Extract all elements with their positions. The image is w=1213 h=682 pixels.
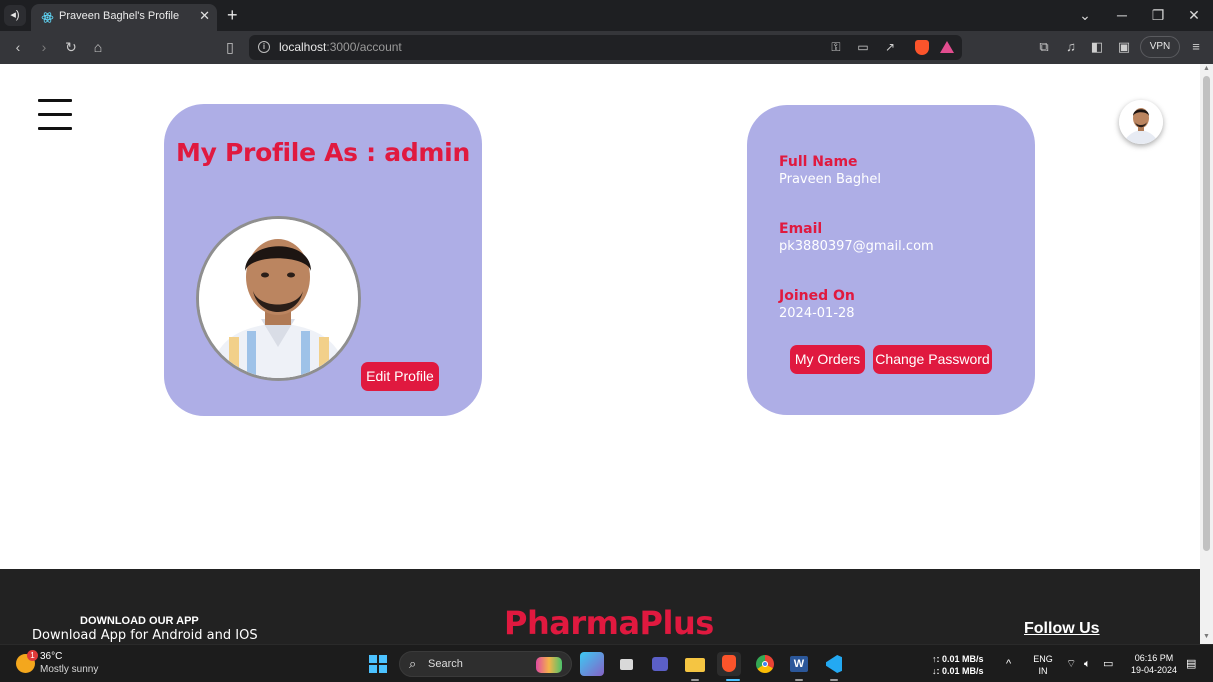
speaker-icon[interactable]: ◂) — [4, 5, 26, 26]
full-name-label: Full Name — [779, 154, 858, 170]
volume-icon[interactable]: 🔈︎ — [1084, 657, 1091, 671]
react-favicon-icon — [41, 12, 54, 23]
joined-on-value: 2024-01-28 — [779, 306, 855, 321]
upload-speed: ↑: 0.01 MB/s — [932, 654, 984, 664]
brave-running-indicator — [726, 679, 740, 681]
site-footer: DOWNLOAD OUR APP Download App for Androi… — [0, 569, 1200, 644]
search-icon: ⌕ — [409, 656, 417, 671]
profile-card: My Profile As : admin Edit Profile — [164, 104, 482, 416]
home-icon[interactable]: ⌂ — [88, 37, 108, 57]
profile-heading: My Profile As : admin — [176, 138, 470, 167]
cast-icon[interactable]: ▭ — [854, 39, 872, 56]
vpn-button[interactable]: VPN — [1140, 36, 1180, 58]
forward-icon[interactable]: › — [34, 37, 54, 57]
file-explorer-icon[interactable] — [683, 652, 707, 676]
battery-icon[interactable]: ▭ — [1103, 657, 1113, 671]
url-text[interactable]: localhost:3000/account — [279, 40, 402, 54]
search-highlight-icon — [536, 657, 562, 673]
close-icon[interactable]: ✕ — [199, 8, 210, 24]
clock-time: 06:16 PM — [1134, 653, 1174, 663]
site-info-icon[interactable]: i — [258, 41, 270, 53]
tray-overflow-chevron-icon[interactable]: ^ — [1006, 657, 1011, 671]
key-icon[interactable]: ⚿ — [827, 39, 845, 56]
share-icon[interactable]: ↗ — [881, 39, 899, 56]
joined-on-label: Joined On — [779, 288, 855, 304]
sidebar-icon[interactable]: ◧ — [1088, 38, 1106, 56]
tab-title: Praveen Baghel's Profile — [59, 10, 180, 22]
weather-description[interactable]: Mostly sunny — [40, 664, 98, 675]
teams-icon[interactable] — [648, 652, 672, 676]
page-viewport: My Profile As : admin Edit Profile Full … — [0, 64, 1200, 644]
vscode-icon[interactable] — [822, 652, 846, 676]
restore-button[interactable]: ❐ — [1143, 4, 1173, 26]
reload-icon[interactable]: ↻ — [61, 37, 81, 57]
minimize-button[interactable]: ─ — [1107, 4, 1137, 26]
email-label: Email — [779, 221, 823, 237]
clock-date: 19-04-2024 — [1130, 665, 1178, 675]
taskbar-search[interactable]: ⌕ Search — [399, 651, 572, 677]
my-orders-button[interactable]: My Orders — [790, 345, 865, 374]
windows-taskbar: 1 36°C Mostly sunny ⌕ Search W ↑: 0.01 M… — [0, 644, 1213, 682]
chrome-icon[interactable] — [753, 652, 777, 676]
hamburger-icon[interactable] — [38, 99, 72, 131]
copilot-icon[interactable] — [580, 652, 604, 676]
clock[interactable]: 06:16 PM 19-04-2024 — [1126, 652, 1182, 676]
new-tab-button[interactable]: + — [227, 5, 238, 25]
scroll-down-icon[interactable]: ▼ — [1202, 633, 1211, 640]
input-language[interactable]: ENG IN — [1031, 653, 1055, 677]
scroll-thumb[interactable] — [1203, 76, 1210, 551]
search-label: Search — [428, 658, 463, 670]
back-icon[interactable]: ‹ — [8, 37, 28, 57]
windows-start-icon[interactable] — [369, 655, 387, 673]
word-running-indicator — [795, 679, 803, 681]
word-icon[interactable]: W — [787, 652, 811, 676]
close-window-button[interactable]: ✕ — [1179, 4, 1209, 26]
media-icon[interactable]: ♫ — [1062, 38, 1080, 56]
language-code: ENG — [1033, 654, 1053, 664]
full-name-value: Praveen Baghel — [779, 172, 881, 187]
follow-us-heading: Follow Us — [1024, 620, 1100, 637]
address-bar[interactable]: i localhost:3000/account ⚿ ▭ ↗ — [249, 35, 962, 60]
weather-temperature[interactable]: 36°C — [40, 651, 62, 662]
edit-profile-button[interactable]: Edit Profile — [361, 362, 439, 391]
browser-titlebar: ◂) Praveen Baghel's Profile ✕ + ⌄ ─ ❐ ✕ — [0, 0, 1213, 31]
scroll-up-icon[interactable]: ▲ — [1202, 65, 1211, 72]
bookmark-icon[interactable]: ▯ — [220, 37, 240, 57]
wallet-icon[interactable]: ▣ — [1115, 38, 1133, 56]
notification-icon[interactable]: ▤ — [1186, 657, 1196, 671]
account-details-card: Full Name Praveen Baghel Email pk3880397… — [747, 105, 1035, 415]
download-app-subtitle: Download App for Android and IOS — [32, 628, 258, 643]
brand-logo: PharmaPlus — [504, 604, 714, 642]
profile-photo — [196, 216, 361, 381]
email-value: pk3880397@gmail.com — [779, 239, 934, 254]
change-password-button[interactable]: Change Password — [873, 345, 992, 374]
menu-icon[interactable]: ≡ — [1187, 38, 1205, 56]
browser-toolbar: ‹ › ↻ ⌂ ▯ i localhost:3000/account ⚿ ▭ ↗… — [0, 31, 1213, 64]
avatar[interactable] — [1119, 100, 1163, 144]
tab-search-chevron-icon[interactable]: ⌄ — [1070, 4, 1100, 26]
wifi-icon[interactable]: ⌔ — [1066, 657, 1076, 671]
download-speed: ↓: 0.01 MB/s — [932, 666, 984, 676]
extensions-icon[interactable]: ⧉ — [1035, 38, 1053, 56]
brave-shields-icon[interactable] — [915, 40, 929, 55]
brave-rewards-icon[interactable] — [940, 41, 954, 53]
task-view-icon[interactable] — [614, 652, 638, 676]
page-scrollbar[interactable]: ▲ ▼ — [1200, 64, 1213, 644]
region-code: IN — [1038, 666, 1048, 676]
vscode-running-indicator — [830, 679, 838, 681]
weather-badge: 1 — [27, 650, 38, 661]
brave-browser-icon[interactable] — [717, 652, 741, 676]
browser-tab-active[interactable]: Praveen Baghel's Profile ✕ — [31, 4, 217, 31]
network-speed: ↑: 0.01 MB/s ↓: 0.01 MB/s — [932, 653, 984, 677]
explorer-running-indicator — [691, 679, 699, 681]
download-app-title: DOWNLOAD OUR APP — [80, 615, 199, 627]
